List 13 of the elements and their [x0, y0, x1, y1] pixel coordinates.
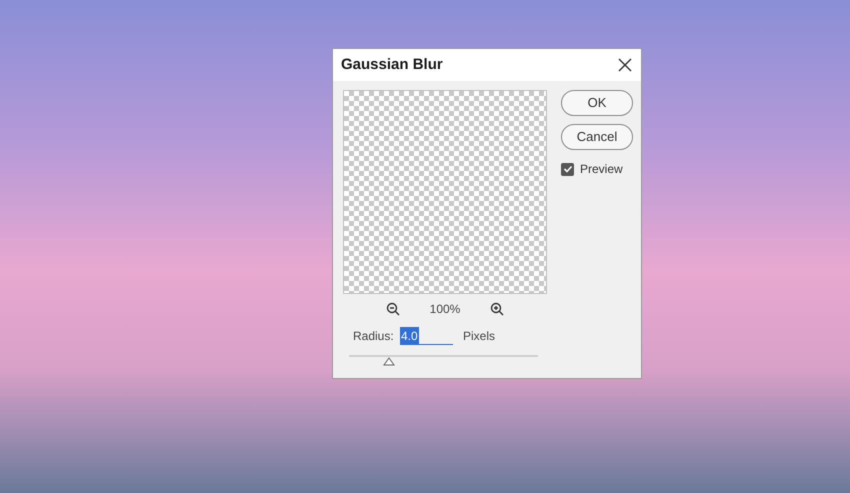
zoom-out-icon[interactable]	[386, 302, 400, 316]
radius-label: Radius:	[353, 328, 395, 345]
unit-label: Pixels	[463, 328, 496, 345]
radius-slider[interactable]	[349, 354, 538, 368]
window-title: Gaussian Blur	[341, 54, 443, 75]
zoom-in-icon[interactable]	[490, 302, 504, 316]
zoom-level: 100%	[430, 301, 460, 318]
dialog-button[interactable]: Cancel	[561, 124, 633, 150]
close-icon[interactable]	[617, 57, 633, 73]
checkmark-icon	[562, 164, 572, 174]
preview-checkbox[interactable]: Preview	[561, 160, 633, 178]
radius-field[interactable]: 4.0	[400, 327, 453, 345]
dialog-button[interactable]: OK	[561, 90, 633, 116]
